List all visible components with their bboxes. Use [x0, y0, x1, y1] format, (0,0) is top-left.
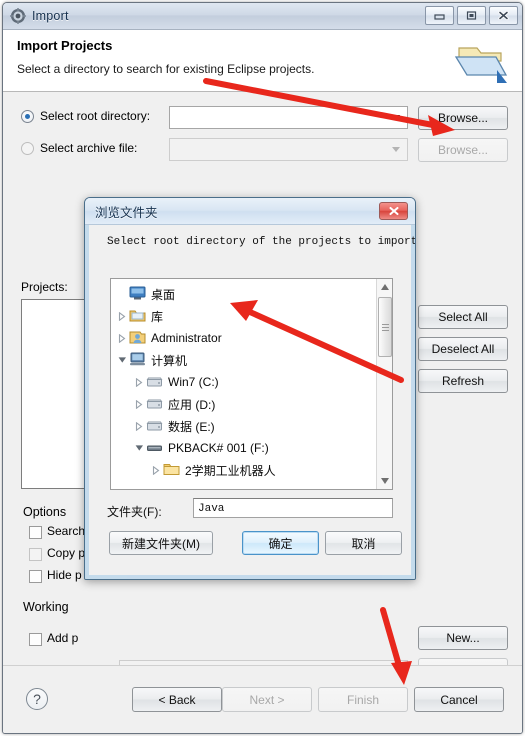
cancel-button[interactable]: Cancel	[414, 687, 504, 712]
scroll-up-icon[interactable]	[377, 279, 392, 295]
deselect-all-button[interactable]: Deselect All	[418, 337, 508, 361]
minimize-button[interactable]	[425, 6, 454, 25]
browse-root-button[interactable]: Browse...	[418, 106, 508, 130]
folder-import-icon	[453, 38, 509, 86]
select-archive-file-label: Select archive file:	[40, 141, 138, 155]
window-controls	[425, 6, 518, 25]
options-group-label: Options	[23, 505, 67, 519]
eclipse-import-icon	[10, 8, 26, 24]
folder-tree-item-label: 2学期工业机器人	[185, 463, 276, 478]
folder-tree-item[interactable]: 数据 (E:)	[115, 415, 392, 437]
hide-projects-checkbox[interactable]	[29, 570, 42, 583]
wizard-footer: ? < Back Next > Finish Cancel	[3, 665, 522, 733]
folder-icon	[163, 462, 181, 478]
refresh-button[interactable]: Refresh	[418, 369, 508, 393]
back-button[interactable]: < Back	[132, 687, 222, 712]
folder-tree-item[interactable]: 桌面	[115, 283, 392, 305]
folder-name-label: 文件夹(F):	[107, 505, 162, 519]
close-button[interactable]	[489, 6, 518, 25]
folder-dialog-prompt: Select root directory of the projects to…	[107, 236, 416, 248]
add-project-to-working-sets-label: Add p	[47, 631, 79, 645]
chevron-right-icon[interactable]	[115, 333, 129, 343]
select-root-directory-radio[interactable]	[21, 109, 34, 123]
next-button: Next >	[222, 687, 312, 712]
folder-tree-item-label: 计算机	[151, 353, 188, 368]
folder-tree-item-label: 库	[151, 309, 164, 324]
browse-for-folder-dialog: 浏览文件夹 Select root directory of the proje…	[84, 197, 416, 580]
drive-icon	[146, 396, 164, 412]
chevron-right-icon[interactable]	[132, 377, 146, 387]
folder-dialog-close-button[interactable]	[379, 202, 408, 220]
user-icon	[129, 330, 147, 346]
new-working-set-button[interactable]: New...	[418, 626, 508, 650]
chevron-down-icon[interactable]	[132, 444, 146, 452]
folder-tree-item-label: Win7 (C:)	[168, 375, 219, 389]
drive-icon	[146, 374, 164, 390]
add-project-to-working-sets-checkbox[interactable]	[29, 633, 42, 646]
search-nested-projects-checkbox[interactable]	[29, 526, 42, 539]
desktop-icon	[129, 286, 147, 302]
folder-tree-item-label: 数据 (E:)	[168, 419, 215, 434]
folder-dialog-titlebar: 浏览文件夹	[85, 198, 415, 225]
folder-tree-item[interactable]: 应用 (D:)	[115, 393, 392, 415]
chevron-right-icon[interactable]	[149, 465, 163, 475]
select-all-button[interactable]: Select All	[418, 305, 508, 329]
archive-file-combo	[169, 138, 408, 161]
help-icon[interactable]: ?	[26, 688, 48, 710]
maximize-button[interactable]	[457, 6, 486, 25]
folder-tree-item[interactable]: Win7 (C:)	[115, 371, 392, 393]
hide-projects-label: Hide p	[47, 568, 82, 582]
chevron-right-icon[interactable]	[132, 421, 146, 431]
select-archive-file-radio[interactable]	[21, 141, 34, 155]
copy-projects-label: Copy p	[47, 546, 86, 560]
select-root-directory-label: Select root directory:	[40, 109, 151, 123]
cancel-button-folder-dialog[interactable]: 取消	[325, 531, 402, 555]
folder-tree-item[interactable]: 库	[115, 305, 392, 327]
folder-tree-item[interactable]: 计算机	[115, 349, 392, 371]
drive-icon	[146, 418, 164, 434]
copy-projects-checkbox[interactable]	[29, 548, 42, 561]
working-sets-group-label: Working	[23, 600, 69, 614]
page-title: Import Projects	[17, 38, 113, 53]
folder-tree-item[interactable]: 2学期工业机器人	[115, 459, 392, 481]
page-subtitle: Select a directory to search for existin…	[17, 62, 315, 76]
chevron-down-icon	[392, 147, 400, 152]
wizard-header: Import Projects Select a directory to se…	[3, 30, 522, 92]
new-folder-button[interactable]: 新建文件夹(M)	[109, 531, 213, 555]
folder-tree-item-label: Administrator	[151, 331, 222, 345]
chevron-down-icon	[392, 115, 400, 120]
usb-drive-icon	[146, 440, 164, 456]
scroll-down-icon[interactable]	[377, 473, 392, 489]
computer-icon	[129, 352, 147, 368]
projects-label: Projects:	[21, 280, 68, 294]
folder-tree-item[interactable]: Administrator	[115, 327, 392, 349]
window-titlebar: Import	[3, 3, 522, 30]
folder-tree-item-label: 应用 (D:)	[168, 397, 216, 412]
import-wizard-window: Import Import Projects Select a director…	[2, 2, 523, 734]
browse-archive-button: Browse...	[418, 138, 508, 162]
chevron-down-icon[interactable]	[115, 356, 129, 364]
folder-tree-item[interactable]: PKBACK# 001 (F:)	[115, 437, 392, 459]
chevron-right-icon[interactable]	[132, 399, 146, 409]
scrollbar-thumb[interactable]	[378, 297, 392, 357]
search-nested-projects-label: Search	[47, 524, 86, 538]
chevron-right-icon[interactable]	[115, 311, 129, 321]
window-title: Import	[32, 9, 69, 23]
folder-tree-scrollbar[interactable]	[376, 279, 392, 489]
folder-dialog-title: 浏览文件夹	[95, 205, 158, 220]
select-archive-file-radio-row[interactable]: Select archive file:	[21, 141, 137, 155]
ok-button[interactable]: 确定	[242, 531, 319, 555]
folder-tree-item-label: PKBACK# 001 (F:)	[168, 441, 269, 455]
root-directory-combo[interactable]	[169, 106, 408, 129]
library-icon	[129, 308, 147, 324]
folder-tree[interactable]: 桌面库 Administrator 计算机 Win7 (C:) 应用 (D:) 数据 (E…	[110, 278, 393, 490]
finish-button: Finish	[318, 687, 408, 712]
projects-list[interactable]	[21, 299, 85, 489]
select-root-directory-radio-row[interactable]: Select root directory:	[21, 109, 150, 123]
folder-name-input[interactable]: Java	[193, 498, 393, 518]
folder-tree-item-label: 桌面	[151, 287, 176, 302]
